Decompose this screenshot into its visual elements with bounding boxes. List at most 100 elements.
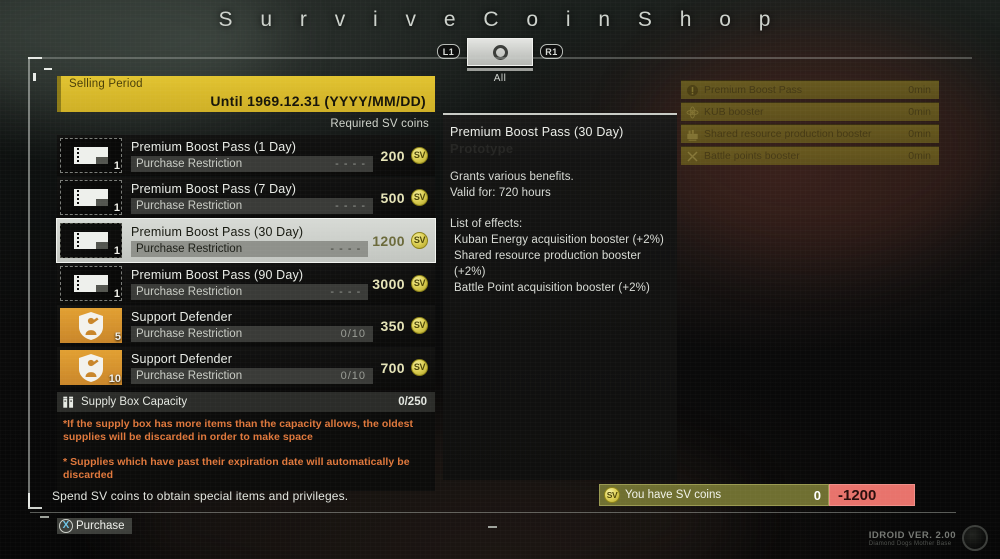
active-booster-row: Shared resource production booster 0min [681, 124, 939, 143]
frame-corner-top-left [28, 57, 42, 59]
item-price: 200 SV [380, 147, 435, 164]
sv-coin-icon: SV [604, 487, 620, 503]
bottom-description: Spend SV coins to obtain special items a… [52, 489, 349, 503]
detail-spacer [450, 202, 667, 216]
idroid-subtext: Diamond Dogs Mother Base [868, 540, 952, 547]
ticket-icon [74, 232, 108, 249]
active-booster-name: Shared resource production booster [704, 128, 872, 140]
item-name: Premium Boost Pass (7 Day) [131, 181, 297, 196]
item-restriction-value: 0/10 [340, 369, 366, 382]
factory-icon [687, 129, 698, 141]
item-info: Premium Boost Pass (1 Day) Purchase Restr… [122, 140, 380, 172]
shop-item-row[interactable]: 5 Support Defender Purchase Restriction 0/1… [57, 305, 435, 346]
idroid-lens-icon [962, 525, 988, 551]
selling-period-value: Until 1969.12.31 (YYYY/MM/DD) [210, 93, 426, 109]
screen: S u r v i v e C o i n S h o p L1 All R1 … [0, 0, 1000, 559]
detail-line-1: Grants various benefits. [450, 171, 574, 183]
item-restriction-value: - - - - [335, 199, 366, 212]
supply-box-icon [63, 396, 74, 408]
item-price: 700 SV [380, 359, 435, 376]
item-info: Support Defender Purchase Restriction 0/10 [122, 310, 380, 342]
item-thumbnail: 5 [60, 308, 122, 343]
shop-item-row[interactable]: 1 Premium Boost Pass (7 Day) Purchase Rest… [57, 177, 435, 218]
item-price: 500 SV [380, 189, 435, 206]
item-restriction-value: - - - - [335, 157, 366, 170]
sv-coin-icon: SV [411, 232, 428, 249]
item-info: Premium Boost Pass (90 Day) Purchase Rest… [122, 268, 372, 300]
item-price-value: 200 [380, 147, 405, 164]
item-restriction-label: Purchase Restriction [136, 285, 243, 298]
shop-item-list: 1 Premium Boost Pass (1 Day) Purchase Rest… [57, 135, 435, 388]
item-price-value: 350 [380, 317, 405, 334]
active-booster-name: Battle points booster [704, 150, 800, 162]
item-restriction: Purchase Restriction - - - - [131, 197, 373, 214]
item-count-badge: 1 [113, 160, 120, 172]
cross-button-icon: X [59, 519, 73, 533]
ticket-icon [74, 275, 108, 292]
shop-item-row[interactable]: 1 Premium Boost Pass (90 Day) Purchase Res… [57, 263, 435, 304]
detail-watermark: Prototype [450, 141, 514, 156]
active-booster-time: 0min [908, 150, 931, 162]
sv-coin-icon: SV [411, 189, 428, 206]
item-restriction: Purchase Restriction - - - - [131, 283, 369, 300]
item-name: Premium Boost Pass (90 Day) [131, 267, 304, 282]
item-restriction-label: Purchase Restriction [136, 242, 243, 255]
detail-title: Premium Boost Pass (30 Day) [450, 125, 624, 139]
active-booster-time: 0min [908, 84, 931, 96]
defender-shield-icon [79, 311, 103, 340]
shop-list-panel: Selling Period Until 1969.12.31 (YYYY/MM… [57, 76, 435, 491]
frame-tick-b [33, 73, 36, 81]
supply-box-label: Supply Box Capacity [81, 396, 188, 408]
idroid-version-text: IDROID VER. 2.00 [868, 529, 956, 541]
item-price: 1200 SV [372, 232, 435, 249]
selling-period-banner: Selling Period Until 1969.12.31 (YYYY/MM… [57, 76, 435, 112]
item-detail-panel: Premium Boost Pass (30 Day) Prototype Gr… [443, 113, 677, 480]
item-count-badge: 1 [113, 202, 120, 214]
bottom-divider [30, 512, 956, 513]
item-count-badge: 1 [113, 288, 120, 300]
item-count-badge: 1 [113, 245, 120, 257]
supply-box-capacity: Supply Box Capacity 0/250 [57, 392, 435, 412]
item-restriction: Purchase Restriction 0/10 [131, 367, 373, 384]
crossed-swords-icon [687, 150, 698, 162]
active-booster-time: 0min [908, 106, 931, 118]
atom-icon [686, 106, 699, 118]
item-restriction-label: Purchase Restriction [136, 157, 243, 170]
active-booster-row: Premium Boost Pass 0min [681, 80, 939, 99]
item-info: Support Defender Purchase Restriction 0/10 [122, 352, 380, 384]
idroid-version-badge: IDROID VER. 2.00 Diamond Dogs Mother Bas… [869, 525, 988, 551]
wallet-cost-delta: -1200 [829, 484, 915, 506]
shop-item-row[interactable]: 1 Premium Boost Pass (30 Day) Purchase Res… [57, 219, 435, 262]
detail-effect-1: Kuban Energy acquisition booster (+2%) [454, 233, 664, 246]
frame-tick-a [44, 68, 52, 70]
shop-item-row[interactable]: 10 Support Defender Purchase Restriction 0/… [57, 347, 435, 388]
supply-box-value: 0/250 [398, 396, 427, 408]
item-restriction-label: Purchase Restriction [136, 369, 243, 382]
bottom-dash-left [40, 516, 49, 518]
item-price-value: 1200 [372, 232, 405, 249]
wallet-value: 0 [813, 487, 821, 503]
sv-coin-icon: SV [411, 147, 428, 164]
item-restriction-value: - - - - [330, 285, 362, 298]
ticket-icon [74, 189, 108, 206]
shop-item-row[interactable]: 1 Premium Boost Pass (1 Day) Purchase Rest… [57, 135, 435, 176]
detail-effect-3: Battle Point acquisition booster (+2%) [454, 282, 650, 295]
page-title: S u r v i v e C o i n S h o p [218, 8, 782, 31]
active-booster-name: KUB booster [704, 106, 764, 118]
item-restriction-value: 0/10 [340, 327, 366, 340]
item-thumbnail: 1 [60, 266, 122, 301]
item-price: 350 SV [380, 317, 435, 334]
selling-period-label: Selling Period [69, 78, 143, 90]
item-name: Premium Boost Pass (1 Day) [131, 139, 297, 154]
item-count-badge: 10 [108, 373, 121, 385]
frame-corner-bottom-left [28, 507, 42, 509]
ticket-icon [74, 147, 108, 164]
item-price-value: 3000 [372, 275, 405, 292]
item-restriction-value: - - - - [330, 242, 362, 255]
exclamation-icon [686, 84, 699, 96]
sv-coin-icon: SV [411, 359, 428, 376]
purchase-button[interactable]: X Purchase [57, 518, 132, 534]
bottom-dash-center [488, 526, 497, 528]
active-booster-row: KUB booster 0min [681, 102, 939, 121]
item-thumbnail: 10 [60, 350, 122, 385]
